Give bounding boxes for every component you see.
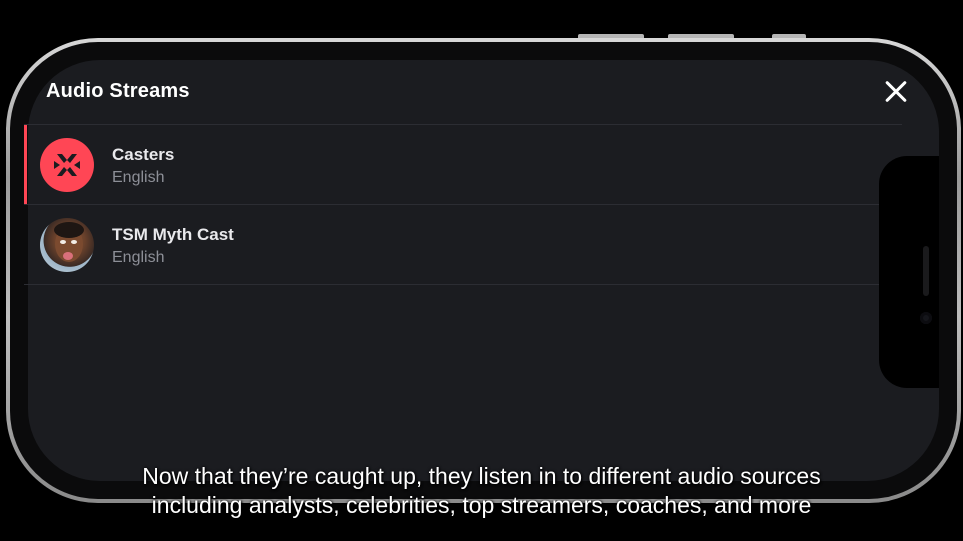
streamer-avatar: [40, 218, 94, 272]
caption-line: including analysts, celebrities, top str…: [151, 492, 812, 518]
close-icon[interactable]: [880, 76, 912, 108]
stream-language: English: [112, 169, 165, 186]
page-title: Audio Streams: [46, 80, 190, 102]
stream-language: English: [112, 249, 165, 266]
row-divider: [24, 284, 902, 285]
audio-stream-item-tsm-myth-cast[interactable]: TSM Myth Cast English: [24, 205, 902, 284]
earpiece-speaker: [923, 246, 929, 296]
front-camera: [920, 312, 932, 324]
caption-line: Now that they’re caught up, they listen …: [142, 463, 821, 489]
valorant-logo-icon: [40, 138, 94, 192]
stream-name: TSM Myth Cast: [112, 225, 234, 244]
video-caption: Now that they’re caught up, they listen …: [0, 462, 963, 520]
audio-stream-item-casters[interactable]: Casters English: [24, 125, 902, 204]
stream-name: Casters: [112, 145, 175, 164]
phone-notch: [879, 156, 939, 388]
